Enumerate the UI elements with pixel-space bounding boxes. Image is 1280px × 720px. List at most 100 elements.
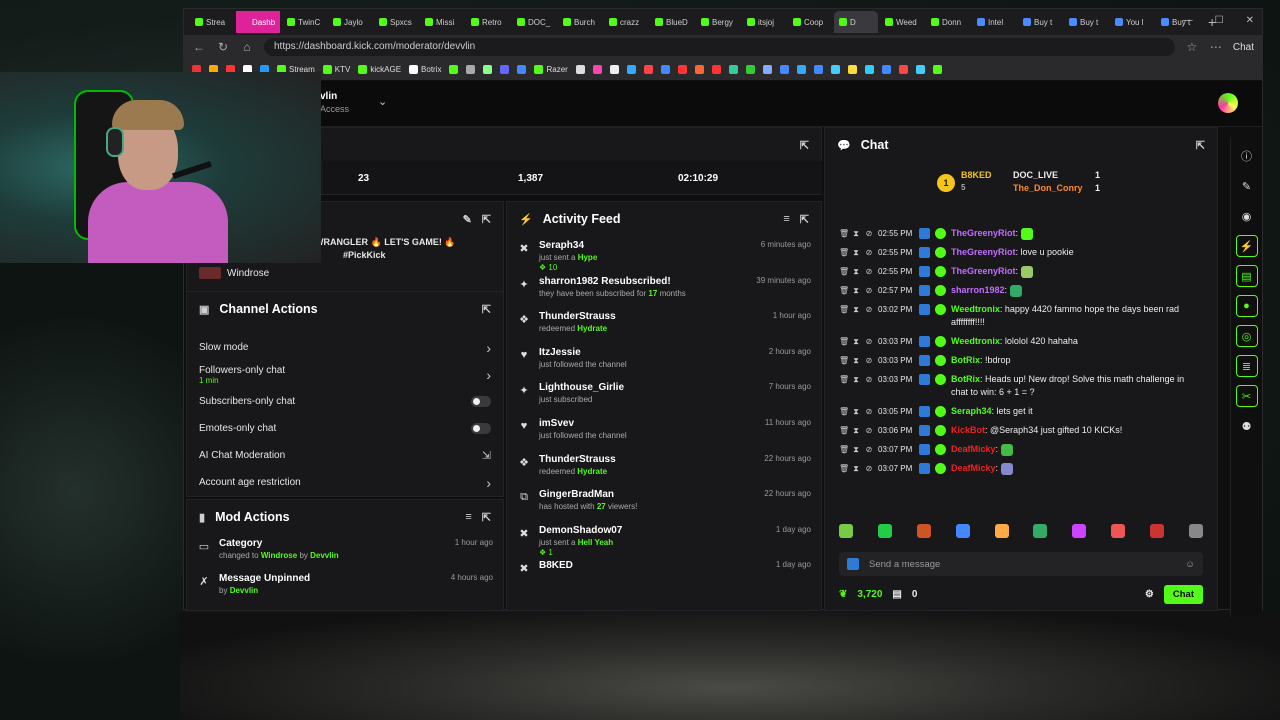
browser-tab[interactable]: BlueD [650,11,694,33]
timeout-icon[interactable]: ⧗ [852,405,860,418]
delete-icon[interactable]: 🗑 [839,354,849,367]
channel-action-row[interactable]: Followers-only chat 1 min › [187,361,503,388]
timeout-icon[interactable]: ⧗ [852,462,860,475]
bookmark-item[interactable] [626,65,636,74]
timeout-icon[interactable]: ⧗ [852,284,860,297]
timeout-icon[interactable]: ⧗ [852,443,860,456]
chevron-down-icon[interactable]: ⌄ [378,95,387,108]
channel-action-row[interactable]: AI Chat Moderation ⇲ [187,442,503,469]
delete-icon[interactable]: 🗑 [839,443,849,456]
gear-icon[interactable]: ⚙ [1145,589,1154,600]
maximize-icon[interactable]: ☐ [1215,15,1224,26]
activity-user[interactable]: ItzJessie [539,347,761,358]
chevron-right-icon[interactable]: › [486,340,491,356]
bookmark-item[interactable] [830,65,840,74]
mod-action-user[interactable]: Devvlin [310,551,338,560]
chat-username[interactable]: Weedtronix [951,336,1000,346]
bookmark-item[interactable] [898,65,908,74]
wrench-icon[interactable]: ✂ [1235,385,1258,407]
delete-icon[interactable]: 🗑 [839,303,849,316]
popout-icon[interactable]: ⇱ [1196,139,1205,152]
browser-tab[interactable]: Jaylo [328,11,372,33]
ban-icon[interactable]: ⊘ [865,265,873,278]
bookmark-item[interactable] [711,65,721,74]
bookmark-item[interactable] [592,65,602,74]
bookmark-item[interactable] [796,65,806,74]
bookmark-item[interactable] [779,65,789,74]
activity-user[interactable]: sharron1982 Resubscribed! [539,276,748,287]
activity-user[interactable]: ThunderStrauss [539,454,756,465]
delete-icon[interactable]: 🗑 [839,265,849,278]
chevron-right-icon[interactable]: › [486,367,491,383]
chevron-right-icon[interactable]: › [486,475,491,491]
timeout-icon[interactable]: ⧗ [852,303,860,316]
chat-username[interactable]: Seraph34 [951,406,992,416]
browser-chat-button[interactable]: Chat [1233,42,1254,53]
lightning-icon[interactable]: ⚡ [1235,235,1258,257]
ban-icon[interactable]: ⊘ [865,354,873,367]
users-icon[interactable]: ⚉ [1236,415,1258,437]
list-icon[interactable]: ≣ [1235,355,1258,377]
browser-tab[interactable]: crazz [604,11,648,33]
document-icon[interactable]: ▤ [1235,265,1258,287]
emote-shortcut-icon[interactable] [839,524,853,538]
ban-icon[interactable]: ⊘ [865,443,873,456]
timeout-icon[interactable]: ⧗ [852,227,860,240]
browser-tab[interactable]: Dashb [236,11,280,33]
browser-tab[interactable]: Missi [420,11,464,33]
delete-icon[interactable]: 🗑 [839,227,849,240]
delete-icon[interactable]: 🗑 [839,284,849,297]
ban-icon[interactable]: ⊘ [865,246,873,259]
reload-icon[interactable]: ↻ [216,40,230,54]
browser-tab[interactable]: Coop [788,11,832,33]
bookmark-item[interactable] [932,65,942,74]
info-icon[interactable]: ⓘ [1236,145,1258,167]
chat-bubble-icon[interactable]: ● [1235,295,1258,317]
star-icon[interactable]: ☆ [1185,40,1199,54]
popout-icon[interactable]: ⇱ [482,511,491,524]
leaderboard-user-1[interactable]: B8KED [961,170,992,180]
channel-action-row[interactable]: Emotes-only chat [187,415,503,442]
activity-user[interactable]: imSvev [539,418,757,429]
emote-shortcut-icon[interactable] [1072,524,1087,538]
popout-icon[interactable]: ⇱ [482,213,491,226]
filter-icon[interactable]: ≡ [783,213,789,225]
filter-icon[interactable]: ≡ [465,511,471,523]
close-window-icon[interactable]: ✕ [1246,15,1254,26]
browser-tab[interactable]: Buy t [1064,11,1108,33]
user-avatar[interactable] [1218,93,1238,113]
browser-tab[interactable]: DOC_ [512,11,556,33]
bookmark-item[interactable] [847,65,857,74]
browser-tab[interactable]: Buy t [1018,11,1062,33]
ban-icon[interactable]: ⊘ [865,335,873,348]
timeout-icon[interactable]: ⧗ [852,265,860,278]
emote-shortcut-icon[interactable] [877,524,892,538]
bookmark-item[interactable] [575,65,585,74]
chat-username[interactable]: Weedtronix [951,304,1000,314]
chat-username[interactable]: TheGreenyRiot [951,247,1016,257]
external-link-icon[interactable]: ⇲ [482,449,491,462]
bookmark-item[interactable]: Botrix [409,65,441,74]
bookmark-item[interactable] [762,65,772,74]
leaderboard-user-3[interactable]: The_Don_Conry [1013,183,1083,193]
bookmark-item[interactable] [864,65,874,74]
bookmark-item[interactable] [694,65,704,74]
channel-action-row[interactable]: Account age restriction › [187,469,503,496]
chat-username[interactable]: BotRix [951,355,980,365]
edit-icon[interactable]: ✎ [463,213,472,226]
bookmark-item[interactable] [449,65,459,74]
extensions-icon[interactable]: ⋯ [1209,40,1223,54]
browser-tab[interactable]: itsjoj [742,11,786,33]
home-icon[interactable]: ⌂ [240,40,254,54]
bookmark-item[interactable] [677,65,687,74]
chat-username[interactable]: sharron1982 [951,285,1005,295]
ban-icon[interactable]: ⊘ [865,373,873,386]
timeout-icon[interactable]: ⧗ [852,246,860,259]
activity-user[interactable]: Seraph34 [539,240,753,251]
chat-username[interactable]: BotRix [951,374,980,384]
delete-icon[interactable]: 🗑 [839,424,849,437]
popout-icon[interactable]: ⇱ [482,303,491,316]
channel-action-row[interactable]: Subscribers-only chat [187,388,503,415]
channel-action-row[interactable]: Slow mode › [187,334,503,361]
bookmark-item[interactable] [660,65,670,74]
